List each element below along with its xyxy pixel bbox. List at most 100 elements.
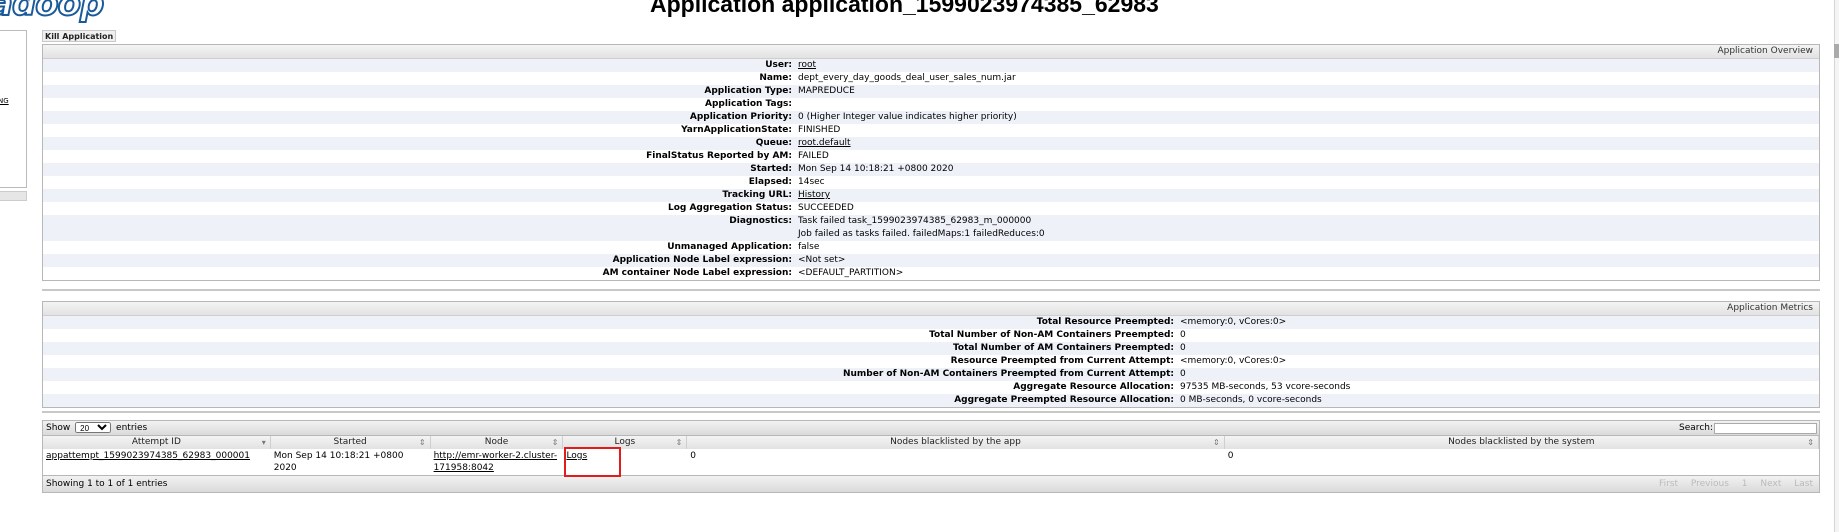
- overview-row: Elapsed: 14sec: [43, 176, 1819, 189]
- metrics-value: 0: [1180, 343, 1186, 353]
- search-input[interactable]: [1714, 423, 1817, 434]
- page-scrollbar[interactable]: [1834, 0, 1839, 532]
- nav-link[interactable]: NG: [0, 97, 9, 105]
- overview-row: YarnApplicationState: FINISHED: [43, 124, 1819, 137]
- overview-row: Tracking URL: History: [43, 189, 1819, 202]
- metrics-row: Total Number of AM Containers Preempted:…: [43, 342, 1819, 355]
- metrics-value: 97535 MB-seconds, 53 vcore-seconds: [1180, 382, 1351, 392]
- entries-info: Showing 1 to 1 of 1 entries: [46, 479, 168, 489]
- overview-label: Queue:: [755, 138, 792, 148]
- table-footer: Showing 1 to 1 of 1 entries First Previo…: [42, 475, 1820, 493]
- pager-previous[interactable]: Previous: [1691, 479, 1729, 489]
- overview-label: AM container Node Label expression:: [602, 268, 792, 278]
- table-header: Attempt ID ▾ Started ⇕ Node ⇕ Logs ⇕ Nodes b…: [42, 436, 1820, 449]
- overview-value: false: [798, 242, 820, 252]
- overview-row: User: root: [43, 59, 1819, 72]
- divider: [42, 411, 1820, 413]
- overview-row: AM container Node Label expression: <DEFA…: [43, 267, 1819, 280]
- col-blacklisted-app[interactable]: Nodes blacklisted by the app ⇕: [687, 436, 1225, 449]
- metrics-row: Total Resource Preempted: <memory:0, vCor…: [43, 316, 1819, 329]
- overview-label: Unmanaged Application:: [667, 242, 792, 252]
- metrics-value: <memory:0, vCores:0>: [1180, 317, 1287, 327]
- sort-icon: ⇕: [1212, 438, 1220, 447]
- overview-row: Name: dept_every_day_goods_deal_user_sale…: [43, 72, 1819, 85]
- pager-first[interactable]: First: [1659, 479, 1678, 489]
- overview-row: Diagnostics: Task failed task_15990239743…: [43, 215, 1819, 241]
- panel-heading: Application Overview: [43, 45, 1819, 59]
- overview-label: Elapsed:: [748, 177, 792, 187]
- cell-blacklisted-system: 0: [1227, 451, 1234, 461]
- cell-node: http://emr-worker-2.cluster- 171958:8042: [431, 449, 564, 475]
- overview-value: dept_every_day_goods_deal_user_sales_num…: [798, 73, 1016, 83]
- overview-row: Unmanaged Application: false: [43, 241, 1819, 254]
- application-overview-panel: Application Overview User: root Name: dept_…: [42, 44, 1820, 281]
- col-node[interactable]: Node ⇕: [431, 436, 564, 449]
- overview-value: <Not set>: [798, 255, 846, 265]
- overview-value: Task failed task_1599023974385_62983_m_0…: [798, 216, 1045, 239]
- overview-label: Application Node Label expression:: [612, 255, 792, 265]
- overview-value: History: [798, 189, 830, 202]
- page-size-select[interactable]: 20: [75, 422, 112, 433]
- overview-value: FAILED: [798, 151, 829, 161]
- metrics-value: 0: [1180, 330, 1186, 340]
- overview-label: User:: [765, 60, 792, 70]
- pager-last[interactable]: Last: [1794, 479, 1813, 489]
- metrics-label: Total Number of AM Containers Preempted:: [952, 343, 1174, 353]
- metrics-value: <memory:0, vCores:0>: [1180, 356, 1287, 366]
- metrics-label: Total Resource Preempted:: [1036, 317, 1174, 327]
- sort-icon: ⇕: [418, 438, 426, 447]
- table-row: appattempt_1599023974385_62983_000001 Mo…: [42, 449, 1820, 475]
- pagination: First Previous 1 Next Last: [1649, 476, 1813, 492]
- cell-attempt-id: appattempt_1599023974385_62983_000001: [43, 449, 271, 475]
- attempt-id-link[interactable]: appattempt_1599023974385_62983_000001: [46, 451, 250, 461]
- pager-page-1[interactable]: 1: [1742, 479, 1748, 489]
- metrics-label: Total Number of Non-AM Containers Preemp…: [929, 330, 1174, 340]
- overview-link[interactable]: History: [798, 190, 830, 200]
- overview-label: Name:: [759, 73, 792, 83]
- col-started[interactable]: Started ⇕: [271, 436, 431, 449]
- scrollbar-thumb[interactable]: [1834, 44, 1839, 58]
- panel-heading: Application Metrics: [43, 302, 1819, 316]
- overview-label: Log Aggregation Status:: [667, 203, 792, 213]
- application-metrics-panel: Application Metrics Total Resource Preem…: [42, 301, 1820, 408]
- node-link[interactable]: http://emr-worker-2.cluster- 171958:8042: [434, 451, 557, 473]
- metrics-label: Resource Preempted from Current Attempt:: [950, 356, 1174, 366]
- overview-value: SUCCEEDED: [798, 203, 854, 213]
- col-attempt-id[interactable]: Attempt ID ▾: [43, 436, 271, 449]
- overview-row: Application Tags:: [43, 98, 1819, 111]
- left-nav-panel: NG: [0, 30, 27, 188]
- left-nav-collapsed-section[interactable]: [0, 191, 27, 201]
- overview-row: Application Type: MAPREDUCE: [43, 85, 1819, 98]
- metrics-label: Aggregate Resource Allocation:: [1013, 382, 1174, 392]
- overview-row: FinalStatus Reported by AM: FAILED: [43, 150, 1819, 163]
- sort-icon: ⇕: [1807, 438, 1814, 447]
- col-blacklisted-system[interactable]: Nodes blacklisted by the system ⇕: [1225, 436, 1819, 449]
- divider: [42, 289, 1820, 291]
- overview-value: FINISHED: [798, 125, 841, 135]
- metrics-row: Number of Non-AM Containers Preempted fr…: [43, 368, 1819, 381]
- overview-row: Queue: root.default: [43, 137, 1819, 150]
- overview-link[interactable]: root.default: [798, 138, 851, 148]
- overview-label: FinalStatus Reported by AM:: [646, 151, 792, 161]
- page-title: Application application_1599023974385_62…: [650, 0, 1159, 17]
- overview-label: Started:: [750, 164, 792, 174]
- overview-row: Application Node Label expression: <Not s…: [43, 254, 1819, 267]
- overview-row: Started: Mon Sep 14 10:18:21 +0800 2020: [43, 163, 1819, 176]
- hadoop-logo[interactable]: adoop: [0, 0, 105, 25]
- overview-row: Log Aggregation Status: SUCCEEDED: [43, 202, 1819, 215]
- overview-value: 14sec: [798, 177, 825, 187]
- table-toolbar: Show 20 entries Search:: [42, 420, 1820, 436]
- overview-value: MAPREDUCE: [798, 86, 855, 96]
- overview-value: <DEFAULT_PARTITION>: [798, 268, 904, 278]
- search-label: Search:: [1679, 423, 1713, 433]
- metrics-row: Resource Preempted from Current Attempt:…: [43, 355, 1819, 368]
- pager-next[interactable]: Next: [1760, 479, 1781, 489]
- overview-value: Mon Sep 14 10:18:21 +0800 2020: [798, 164, 954, 174]
- overview-label: YarnApplicationState:: [681, 125, 792, 135]
- overview-link[interactable]: root: [798, 60, 816, 70]
- cell-started: Mon Sep 14 10:18:21 +0800 2020: [273, 451, 404, 473]
- attempts-table: Show 20 entries Search: Attempt ID ▾ Star…: [42, 420, 1820, 493]
- kill-application-button[interactable]: Kill Application: [42, 30, 117, 42]
- sort-icon: ▾: [261, 438, 266, 447]
- show-label: Show: [46, 423, 71, 433]
